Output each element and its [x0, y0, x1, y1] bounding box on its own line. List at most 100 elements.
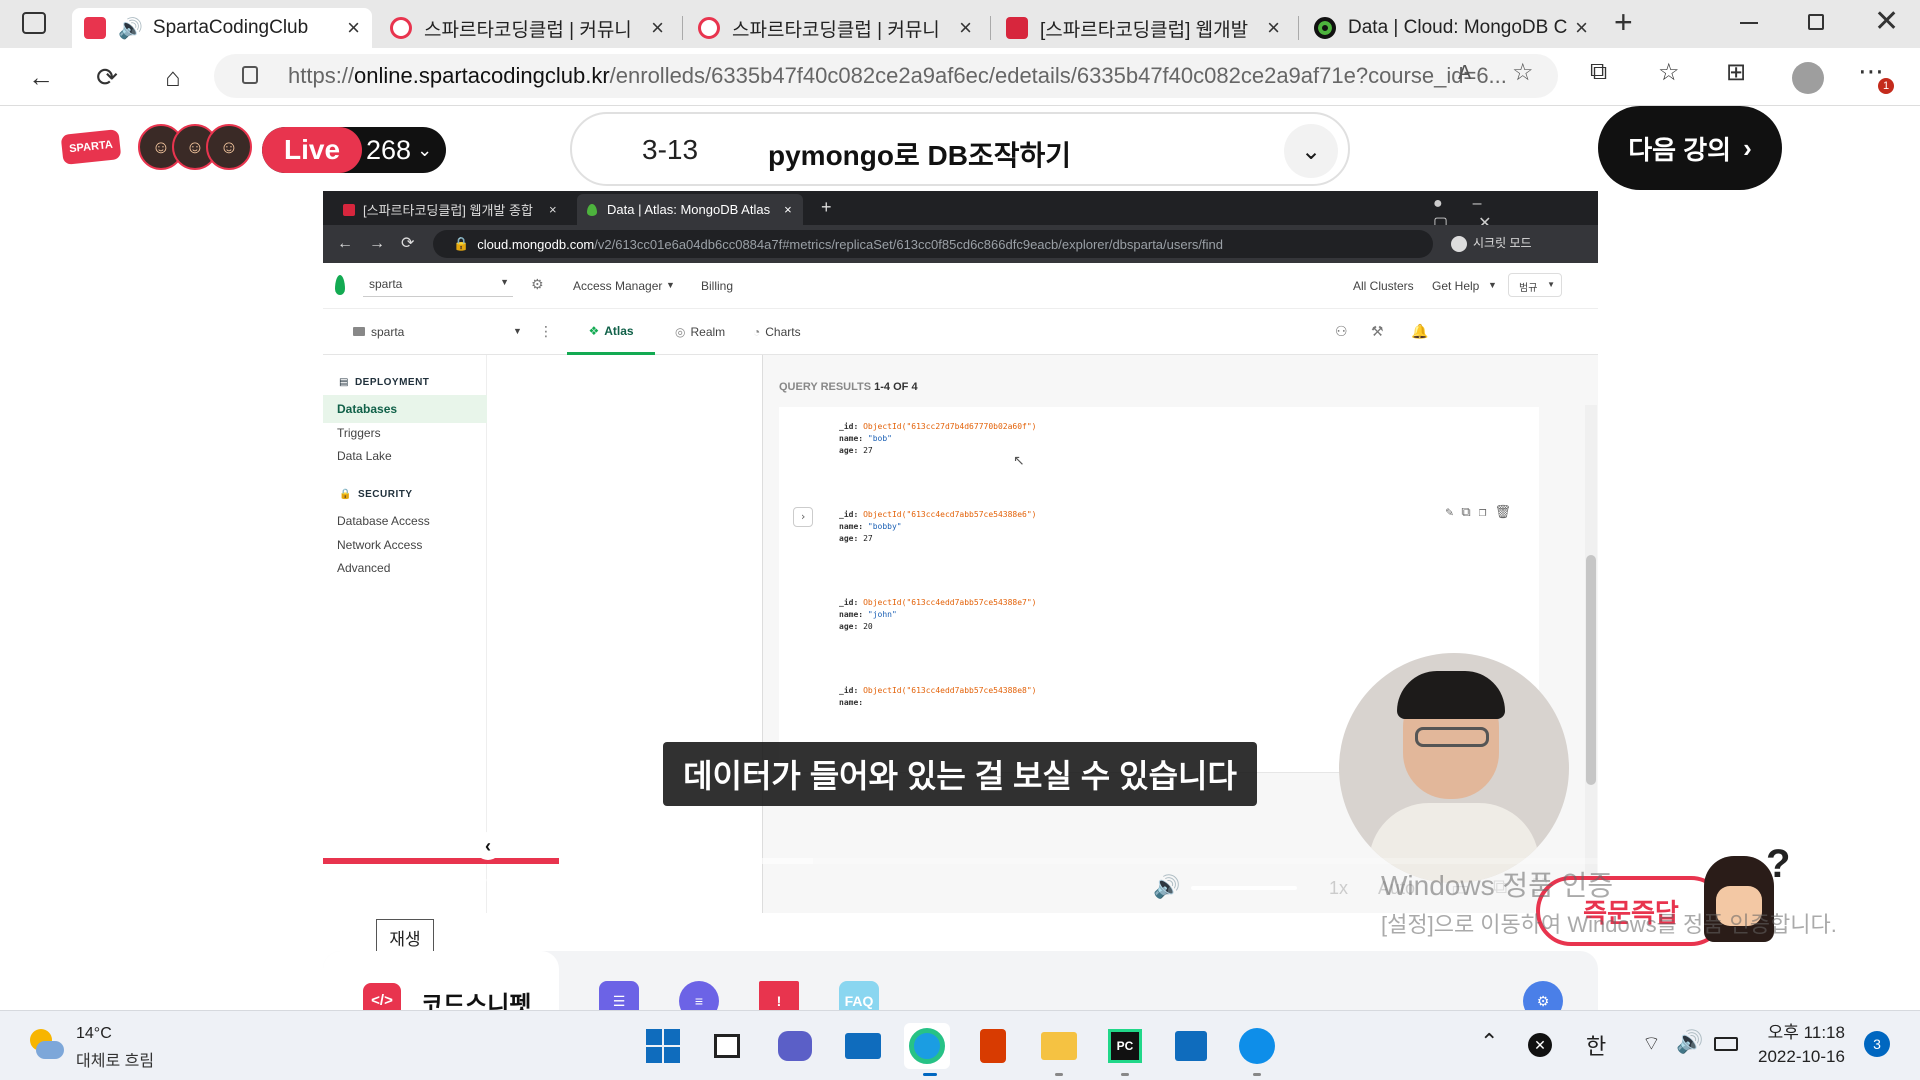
back-button[interactable]: ←: [22, 58, 60, 96]
video-url-path: /v2/613cc01e6a04db6cc0884a7f#metrics/rep…: [594, 236, 1224, 252]
office-icon[interactable]: [970, 1023, 1016, 1069]
instructor-webcam: [1339, 653, 1569, 883]
qa-label: 즉문즉답: [1536, 876, 1726, 946]
notification-count-badge[interactable]: 3: [1864, 1031, 1890, 1057]
close-window-button[interactable]: ✕: [1874, 4, 1899, 39]
weather-description: 대체로 흐림: [76, 1053, 155, 1070]
chevron-up-icon[interactable]: ⌃: [1480, 1029, 1498, 1055]
duration: 7:03: [485, 876, 526, 898]
close-icon[interactable]: ×: [347, 15, 360, 41]
play-icon[interactable]: ▶: [347, 876, 364, 902]
close-icon[interactable]: ×: [651, 15, 664, 41]
access-manager-menu: Access Manager: [573, 279, 663, 293]
home-button[interactable]: ⌂: [154, 58, 192, 96]
checklist-icon[interactable]: ☰: [599, 981, 639, 1010]
minimize-button[interactable]: [1740, 22, 1758, 24]
volume-slider[interactable]: [1191, 886, 1297, 890]
tab-webdev[interactable]: [스파르타코딩클럽] 웹개발 ×: [994, 8, 1292, 48]
address-toolbar: ← ⟳ ⌂ https://online.spartacodingclub.kr…: [0, 48, 1920, 106]
battery-icon[interactable]: [1714, 1037, 1738, 1051]
running-app-indicator: [1055, 1073, 1063, 1076]
teamviewer-icon[interactable]: [1234, 1023, 1280, 1069]
gear-icon[interactable]: ⚙: [1523, 981, 1563, 1010]
live-users-button[interactable]: Live 268 ⌄: [262, 127, 446, 173]
realm-icon: ◎: [675, 325, 686, 339]
document-age: 20: [863, 622, 873, 631]
clock-time: 오후 11:18: [1767, 1023, 1845, 1042]
new-tab-button[interactable]: +: [1614, 4, 1633, 41]
code-snippet-tab[interactable]: </> 코드스니펫: [323, 951, 559, 1010]
tab-community-1[interactable]: 스파르타코딩클럽 | 커뮤니 ×: [378, 8, 676, 48]
close-circle-icon[interactable]: ✕: [1528, 1033, 1552, 1057]
sparta-community-favicon-icon: [698, 17, 720, 39]
address-bar[interactable]: https://online.spartacodingclub.kr/enrol…: [214, 54, 1558, 98]
lecture-selector[interactable]: 3-13 pymongo로 DB조작하기 ⌄: [570, 112, 1350, 186]
volume-icon[interactable]: 🔊: [1676, 1029, 1703, 1055]
close-icon[interactable]: ×: [1267, 15, 1280, 41]
new-tab-icon: +: [821, 197, 832, 217]
profile-avatar[interactable]: [1792, 62, 1824, 94]
next-lecture-label: 다음 강의: [1628, 134, 1732, 165]
caret-down-icon: ▼: [513, 326, 522, 336]
sparta-favicon-icon: [84, 17, 106, 39]
scrollbar: [1585, 405, 1597, 875]
wifi-icon[interactable]: ⌔: [1642, 1031, 1661, 1056]
video-player[interactable]: [스파르타코딩클럽] 웹개발 종합 × Data | Atlas: MongoD…: [323, 191, 1598, 913]
tab-actions-icon[interactable]: [22, 12, 46, 34]
extensions-icon[interactable]: ⧉: [1590, 58, 1607, 86]
chevron-down-icon[interactable]: ⌄: [1284, 124, 1338, 178]
refresh-button[interactable]: ⟳: [88, 58, 126, 96]
weather-cloud-sun-icon: [28, 1029, 64, 1065]
read-aloud-icon[interactable]: A: [1458, 62, 1471, 85]
collections-icon[interactable]: ⊞: [1726, 58, 1746, 87]
captions-icon[interactable]: ▭: [1451, 876, 1470, 901]
store-icon[interactable]: [1168, 1023, 1214, 1069]
favorites-icon[interactable]: ☆: [1658, 58, 1680, 87]
ime-indicator[interactable]: 한: [1586, 1029, 1606, 1061]
pycharm-icon[interactable]: PC: [1102, 1023, 1148, 1069]
document-age: 27: [863, 534, 873, 543]
weather-widget[interactable]: 14°C 대체로 흐림: [28, 1025, 228, 1070]
query-results-label: QUERY RESULTS: [779, 381, 872, 393]
close-icon[interactable]: ×: [1575, 15, 1588, 41]
quality-button[interactable]: Auto: [1378, 878, 1415, 899]
edge-browser-icon[interactable]: [904, 1023, 950, 1069]
deployment-heading: ▤ DEPLOYMENT: [339, 377, 429, 388]
video-tab-title: Data | Atlas: MongoDB Atlas: [607, 202, 771, 217]
tab-label: Atlas: [604, 323, 634, 338]
file-explorer-icon[interactable]: [1036, 1023, 1082, 1069]
task-view-icon[interactable]: [704, 1023, 750, 1069]
sparta-logo[interactable]: SPARTA: [60, 129, 122, 165]
caret-down-icon: ▼: [500, 277, 509, 287]
document-card: › ✎⧉❐🗑 _id: ObjectId("613cc4ecd7abb57ce5…: [779, 495, 1539, 597]
tab-community-2[interactable]: 스파르타코딩클럽 | 커뮤니 ×: [686, 8, 984, 48]
tab-mongodb[interactable]: Data | Cloud: MongoDB Cl ×: [1302, 8, 1600, 48]
chevron-left-icon[interactable]: ‹: [474, 832, 502, 860]
chat-icon[interactable]: ≡: [679, 981, 719, 1010]
chat-icon[interactable]: [772, 1023, 818, 1069]
close-icon[interactable]: ×: [959, 15, 972, 41]
lock-icon[interactable]: [242, 66, 258, 84]
more-vertical-icon: ⋮: [539, 323, 553, 339]
speaker-icon[interactable]: 🔊: [118, 16, 143, 41]
faq-icon[interactable]: FAQ: [839, 981, 879, 1010]
pip-icon[interactable]: ⧉: [1493, 876, 1507, 899]
qa-button[interactable]: 즉문즉답 ?: [1536, 842, 1798, 950]
database-icon: ▤: [339, 377, 349, 388]
tab-spartacodingclub[interactable]: 🔊 SpartaCodingClub ×: [72, 8, 372, 48]
restore-button[interactable]: [1808, 14, 1824, 30]
start-icon[interactable]: [640, 1023, 686, 1069]
next-lecture-button[interactable]: 다음 강의 ›: [1598, 106, 1782, 190]
notion-favicon-icon: [343, 203, 355, 216]
mail-icon[interactable]: [840, 1023, 886, 1069]
clock[interactable]: 오후 11:18 2022-10-16: [1758, 1021, 1845, 1069]
current-time: 1:18: [401, 876, 442, 898]
add-favorite-icon[interactable]: ☆: [1512, 58, 1534, 87]
warning-icon[interactable]: !: [759, 981, 799, 1010]
tab-label: Charts: [765, 325, 801, 339]
volume-icon[interactable]: 🔊: [1153, 874, 1180, 900]
video-tab-atlas: Data | Atlas: MongoDB Atlas ×: [577, 194, 803, 225]
playback-rate-button[interactable]: 1x: [1329, 878, 1348, 899]
notion-favicon-icon: [1006, 17, 1028, 39]
lock-icon: 🔒: [453, 236, 470, 251]
